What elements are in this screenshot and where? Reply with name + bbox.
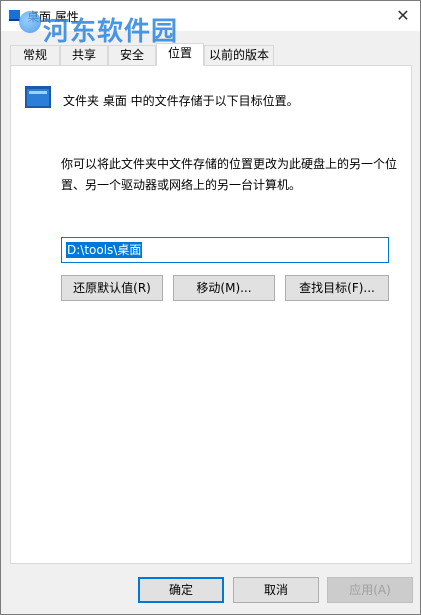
tab-sharing[interactable]: 共享: [60, 45, 108, 65]
desktop-folder-icon: [25, 86, 51, 108]
tab-previous-versions[interactable]: 以前的版本: [204, 45, 274, 65]
tab-security[interactable]: 安全: [108, 45, 156, 65]
apply-button[interactable]: 应用(A): [327, 577, 413, 603]
desktop-folder-icon: [9, 10, 20, 21]
location-heading: 文件夹 桌面 中的文件存储于以下目标位置。: [63, 94, 299, 108]
window-title: 桌面 属性: [27, 10, 79, 24]
title-bar: 桌面 属性 ✕: [1, 1, 420, 31]
tab-bar: 常规 共享 安全 位置 以前的版本: [10, 43, 412, 66]
location-description: 你可以将此文件夹中文件存储的位置更改为此硬盘上的另一个位置、另一个驱动器或网络上…: [61, 157, 398, 192]
ok-button[interactable]: 确定: [138, 577, 224, 603]
path-input[interactable]: D:\tools\桌面: [61, 237, 389, 263]
cancel-button[interactable]: 取消: [233, 577, 319, 603]
find-target-button[interactable]: 查找目标(F)...: [285, 275, 389, 301]
tab-location[interactable]: 位置: [156, 43, 204, 66]
close-button[interactable]: ✕: [388, 1, 418, 31]
close-icon: ✕: [396, 6, 410, 25]
properties-dialog: 桌面 属性 ✕ 河东软件园 www.pc0359.cn 常规 共享 安全 位置 …: [0, 0, 421, 615]
tab-general[interactable]: 常规: [10, 45, 60, 65]
move-button[interactable]: 移动(M)...: [173, 275, 275, 301]
restore-default-button[interactable]: 还原默认值(R): [61, 275, 163, 301]
location-panel: 文件夹 桌面 中的文件存储于以下目标位置。 你可以将此文件夹中文件存储的位置更改…: [10, 65, 412, 564]
path-input-selected-text: D:\tools\桌面: [66, 242, 143, 258]
